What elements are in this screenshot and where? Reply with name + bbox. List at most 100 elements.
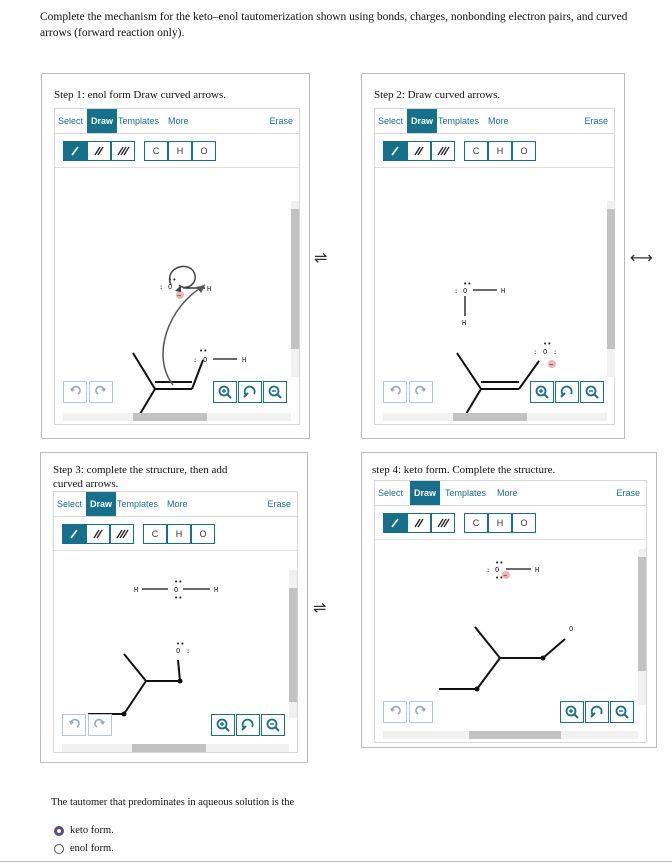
select-tab[interactable]: Select [378,109,403,133]
triple-bond-button[interactable] [431,513,455,533]
zoom-out-button[interactable] [261,714,285,736]
undo-button[interactable] [63,381,87,403]
zoom-out-button[interactable] [610,701,634,723]
undo-button[interactable] [62,714,86,736]
zoom-in-button[interactable] [560,701,584,723]
vertical-scrollbar[interactable] [638,549,646,705]
double-bond-button[interactable] [87,141,111,161]
step3-panel: Step 3: complete the structure, then add… [40,452,308,763]
zoom-out-button[interactable] [580,381,604,403]
divider [0,861,672,862]
hydrogen-atom-button[interactable]: H [488,141,512,161]
single-bond-button[interactable] [63,141,87,161]
oxygen-atom-button[interactable]: O [512,513,536,533]
carbon-atom-button[interactable]: C [464,141,488,161]
undo-icon [390,385,401,395]
horizontal-scrollbar[interactable] [63,413,291,421]
reset-zoom-button[interactable] [236,714,260,736]
single-bond-icon [391,146,399,156]
carbon-dot [540,655,546,661]
single-bond-icon [70,529,78,539]
triple-bond-icon [117,146,130,156]
horizontal-scrollbar[interactable] [383,731,638,739]
oxide-lone-pair-top: •• [543,340,551,348]
oxide-oxygen: O [543,348,547,356]
keto-radio[interactable] [54,825,64,836]
more-tab[interactable]: More [167,492,188,516]
templates-tab[interactable]: Templates [438,109,479,133]
hydrogen-atom-button[interactable]: H [168,141,192,161]
redo-button[interactable] [88,714,112,736]
drawing-canvas[interactable]: •• : O H H •• : O : − [375,167,607,417]
templates-tab[interactable]: Templates [118,109,159,133]
erase-button[interactable]: Erase [269,109,293,133]
draw-tab[interactable]: Draw [86,492,117,516]
reset-zoom-icon [241,718,254,731]
editor-tabs: Select Draw Templates More Erase [54,492,297,517]
oxide-left-pair: : [533,348,537,356]
vertical-scrollbar[interactable] [607,201,615,377]
vertical-scrollbar[interactable] [289,570,297,718]
erase-button[interactable]: Erase [584,109,608,133]
carbon-dot [474,686,480,692]
zoom-in-icon [565,705,579,719]
more-tab[interactable]: More [497,481,518,505]
select-tab[interactable]: Select [57,492,82,516]
horizontal-scrollbar[interactable] [383,413,607,421]
enolate-skeleton [456,352,540,417]
double-bond-button[interactable] [407,513,431,533]
oxygen-atom-button[interactable]: O [512,141,536,161]
oxygen-label: O [176,647,180,655]
single-bond-button[interactable] [383,141,407,161]
reset-zoom-button[interactable] [555,381,579,403]
undo-button[interactable] [383,701,407,723]
keto-option[interactable]: keto form. [54,825,114,836]
carbon-atom-button[interactable]: C [464,513,488,533]
more-tab[interactable]: More [488,109,509,133]
reset-zoom-icon [590,705,603,718]
templates-tab[interactable]: Templates [117,492,158,516]
oxygen-atom-button[interactable]: O [191,524,215,544]
reset-zoom-button[interactable] [585,701,609,723]
select-tab[interactable]: Select [378,481,403,505]
zoom-in-button[interactable] [530,381,554,403]
reset-zoom-button[interactable] [238,381,262,403]
erase-button[interactable]: Erase [616,481,640,505]
zoom-in-button[interactable] [211,714,235,736]
hydrogen-atom-button[interactable]: H [167,524,191,544]
enol-radio[interactable] [54,843,64,854]
drawing-canvas[interactable]: •• : O H O •• : − H [55,167,291,417]
double-bond-button[interactable] [407,141,431,161]
hydrogen-atom-button[interactable]: H [488,513,512,533]
single-bond-button[interactable] [62,524,86,544]
enol-option[interactable]: enol form. [54,843,114,854]
draw-tab[interactable]: Draw [410,481,441,505]
double-bond-button[interactable] [86,524,110,544]
more-tab[interactable]: More [168,109,189,133]
vertical-scrollbar[interactable] [291,201,299,377]
triple-bond-button[interactable] [111,141,135,161]
redo-icon [95,385,106,395]
redo-button[interactable] [89,381,113,403]
keto-skeleton [88,653,181,715]
carbon-atom-button[interactable]: C [143,524,167,544]
draw-tab[interactable]: Draw [87,109,118,133]
templates-tab[interactable]: Templates [445,481,486,505]
horizontal-scrollbar[interactable] [62,744,289,752]
erase-button[interactable]: Erase [267,492,291,516]
select-tab[interactable]: Select [58,109,83,133]
zoom-out-icon [266,718,280,732]
step4-title: step 4: keto form. Complete the structur… [372,464,556,476]
redo-button[interactable] [409,381,433,403]
carbon-atom-button[interactable]: C [144,141,168,161]
draw-tab[interactable]: Draw [407,109,438,133]
triple-bond-button[interactable] [110,524,134,544]
redo-button[interactable] [409,701,433,723]
oxygen-atom-button[interactable]: O [192,141,216,161]
triple-bond-button[interactable] [431,141,455,161]
zoom-out-icon [585,385,599,399]
zoom-in-button[interactable] [213,381,237,403]
zoom-out-button[interactable] [263,381,287,403]
undo-button[interactable] [383,381,407,403]
single-bond-button[interactable] [383,513,407,533]
